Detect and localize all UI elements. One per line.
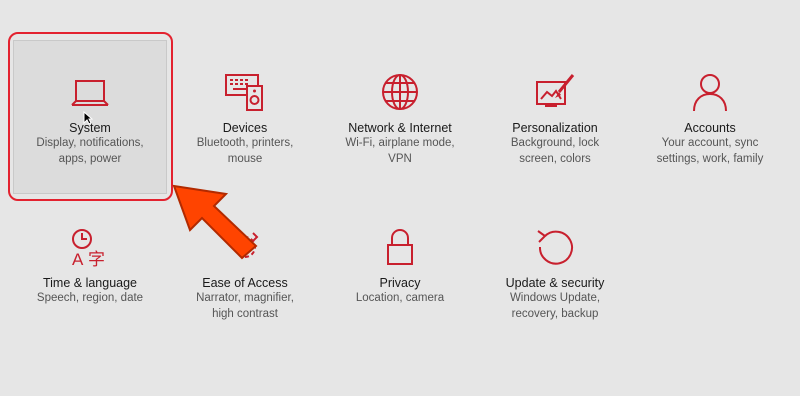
refresh-icon — [537, 230, 573, 265]
tile-title: Accounts — [684, 121, 736, 135]
tile-devices[interactable]: Devices Bluetooth, printers, mouse — [168, 72, 322, 167]
tile-description: Your account, sync — [661, 137, 759, 149]
tile-description: mouse — [227, 152, 263, 165]
tile-personalization[interactable]: Personalization Background, lock screen,… — [478, 72, 632, 167]
tile-title: Network & Internet — [348, 121, 452, 135]
tile-title: Update & security — [505, 276, 605, 290]
svg-text:A: A — [72, 250, 84, 267]
tile-description: Background, lock — [510, 137, 600, 149]
lock-icon — [387, 229, 413, 265]
pointer-arrow-icon — [172, 184, 258, 260]
tile-description: VPN — [388, 152, 412, 165]
globe-icon — [382, 74, 418, 110]
tile-description: Windows Update, — [509, 292, 601, 304]
tile-time-language[interactable]: A 字 Time & language Speech, region, date — [13, 227, 167, 307]
tile-description: Wi-Fi, airplane mode, — [345, 137, 455, 149]
devices-icon — [225, 74, 263, 111]
person-icon — [693, 74, 727, 112]
tile-description: Speech, region, date — [36, 292, 144, 304]
tile-accounts[interactable]: Accounts Your account, sync settings, wo… — [633, 72, 787, 167]
tile-description: recovery, backup — [511, 307, 599, 320]
tile-description: screen, colors — [519, 152, 591, 165]
tile-title: Time & language — [42, 276, 138, 290]
tile-description: Bluetooth, printers, — [196, 137, 294, 149]
time-language-icon: A 字 — [72, 229, 105, 267]
tile-title: Devices — [222, 121, 268, 135]
tile-title: Ease of Access — [202, 276, 288, 290]
tile-update-security[interactable]: Update & security Windows Update, recove… — [478, 227, 632, 322]
tile-title: Privacy — [379, 276, 421, 290]
tile-description: Location, camera — [355, 292, 445, 304]
tile-description: high contrast — [212, 307, 278, 320]
tile-network-internet[interactable]: Network & Internet Wi-Fi, airplane mode,… — [323, 72, 477, 167]
tile-description: settings, work, family — [656, 152, 764, 165]
tile-privacy[interactable]: Privacy Location, camera — [323, 227, 477, 307]
paintbrush-icon — [536, 74, 575, 107]
svg-text:字: 字 — [88, 250, 105, 267]
mouse-cursor-icon — [83, 111, 93, 125]
tile-description: Narrator, magnifier, — [196, 292, 294, 304]
tile-title: Personalization — [512, 121, 598, 135]
